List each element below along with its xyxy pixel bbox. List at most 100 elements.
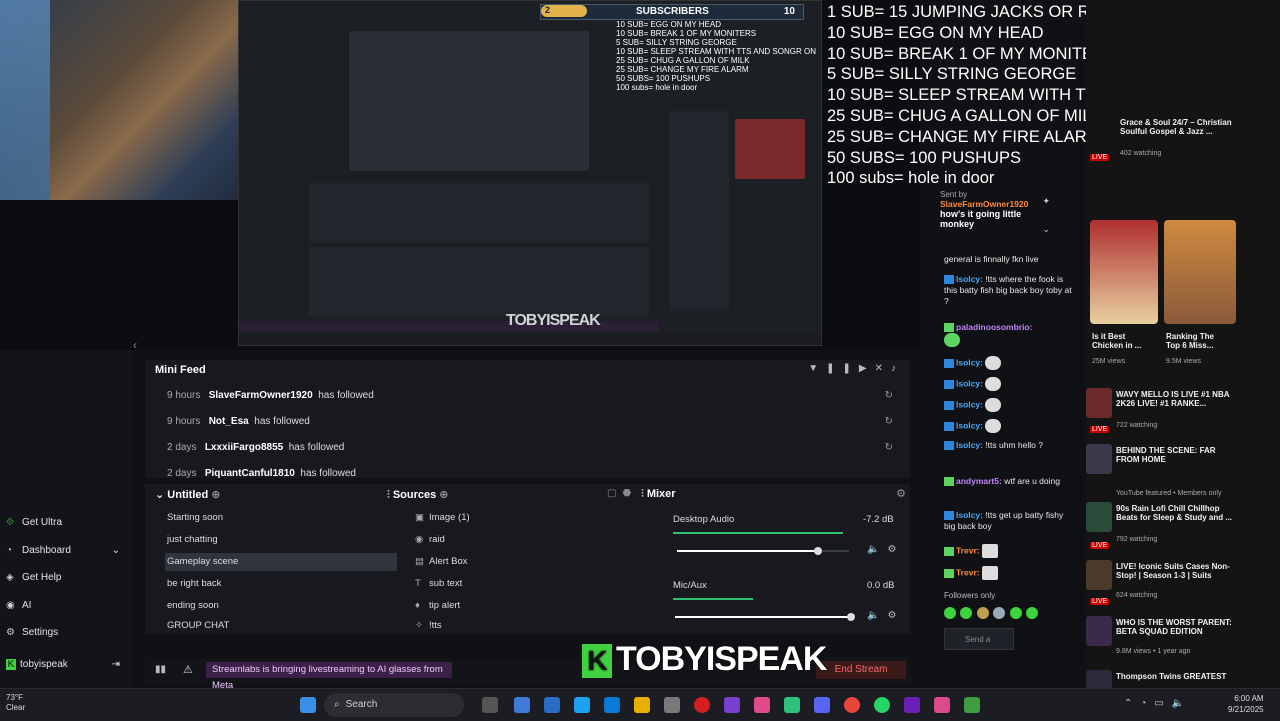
yt-thumb[interactable] bbox=[1086, 502, 1112, 532]
yt-title[interactable]: WAVY MELLO IS LIVE #1 NBA 2K26 LIVE! #1 … bbox=[1116, 390, 1236, 408]
taskbar-clock[interactable]: 6:00 AM 9/21/2025 bbox=[1228, 693, 1264, 715]
scene-item[interactable]: GROUP CHAT bbox=[165, 619, 397, 633]
sidebar-item-settings[interactable]: ⚙ Settings bbox=[6, 627, 130, 647]
news-banner[interactable]: Streamlabs is bringing livestreaming to … bbox=[206, 662, 452, 691]
chat-message: lsolcy: bbox=[944, 356, 1072, 370]
task-view-icon[interactable] bbox=[482, 697, 498, 713]
yt-title[interactable]: BEHIND THE SCENE: FAR FROM HOME bbox=[1116, 446, 1236, 464]
thumb-chicken[interactable] bbox=[1090, 220, 1158, 324]
yt-title[interactable]: Thompson Twins GREATEST bbox=[1116, 672, 1236, 681]
yt-thumb[interactable] bbox=[1086, 616, 1112, 646]
pin-icon[interactable]: ✦ bbox=[1042, 196, 1050, 207]
app-icon[interactable] bbox=[664, 697, 680, 713]
scene-item-selected[interactable]: Gameplay scene bbox=[165, 553, 397, 571]
scene-item[interactable]: Starting soon bbox=[165, 509, 397, 527]
mixer-channel-name: Mic/Aux bbox=[673, 580, 707, 591]
logout-icon[interactable]: ⇥ bbox=[112, 659, 120, 670]
sidebar-item-dashboard[interactable]: ◔ Dashboard ⌄ bbox=[6, 545, 130, 565]
thumb-ranking[interactable] bbox=[1164, 220, 1236, 324]
badge-icon bbox=[944, 379, 954, 389]
yt-thumb[interactable] bbox=[1086, 444, 1112, 474]
source-item[interactable]: ◉ raid bbox=[415, 531, 615, 549]
scene-item[interactable]: just chatting bbox=[165, 531, 397, 549]
app-icon[interactable] bbox=[904, 697, 920, 713]
sidebar-item-get-help[interactable]: ◈ Get Help bbox=[6, 572, 130, 592]
pinned-message: Sent by SlaveFarmOwner1920 how's it goin… bbox=[940, 190, 1072, 242]
chrome-icon[interactable] bbox=[844, 697, 860, 713]
opera-icon[interactable] bbox=[694, 697, 710, 713]
feed-controls[interactable]: ▼❚❚▶✕♪ bbox=[808, 363, 904, 374]
warning-icon[interactable]: ⚠ bbox=[183, 663, 193, 676]
yt-thumb[interactable] bbox=[1086, 388, 1112, 418]
subscriber-goal-bar: 2 SUBSCRIBERS 10 bbox=[540, 4, 804, 20]
app-icon[interactable] bbox=[754, 697, 770, 713]
stats-icon[interactable]: ▮▮ bbox=[155, 664, 166, 675]
mixer-channel-controls[interactable]: 🔈⚙ bbox=[867, 610, 904, 621]
emote-icon bbox=[944, 333, 960, 347]
sidebar-item-ai[interactable]: ◉ AI bbox=[6, 600, 130, 620]
end-stream-button[interactable]: End Stream bbox=[816, 661, 906, 679]
goal-mini: 25 SUB= CHANGE MY FIRE ALARM bbox=[616, 65, 749, 74]
folder-icon[interactable] bbox=[634, 697, 650, 713]
watermark-mini: TOBYISPEAK bbox=[506, 312, 601, 329]
yt-short-title[interactable]: Ranking The Top 6 Miss... bbox=[1166, 332, 1230, 350]
editor-panels: ⌄ Untitled ⊕ Starting soon just chatting… bbox=[145, 484, 910, 634]
yt-thumb[interactable] bbox=[1086, 670, 1112, 688]
gear-icon[interactable]: ⚙ bbox=[896, 487, 906, 500]
yt-title[interactable]: WHO IS THE WORST PARENT: BETA SQUAD EDIT… bbox=[1116, 618, 1236, 636]
source-item[interactable]: ▣ Image (1) bbox=[415, 509, 615, 527]
yt-thumb[interactable] bbox=[1086, 560, 1112, 590]
app-icon[interactable] bbox=[964, 697, 980, 713]
add-scene-icon[interactable]: ⊕ bbox=[211, 489, 220, 501]
sidebar-item-get-ultra[interactable]: ⟐ Get Ultra bbox=[6, 517, 130, 537]
scene-item[interactable]: ending soon bbox=[165, 597, 397, 615]
ultra-icon: ⟐ bbox=[6, 517, 14, 528]
source-item[interactable]: Tsub text bbox=[415, 575, 615, 593]
alert-icon: ▤ bbox=[415, 556, 424, 567]
app-icon[interactable] bbox=[724, 697, 740, 713]
yt-title[interactable]: LIVE! Iconic Suits Cases Non-Stop! | Sea… bbox=[1116, 562, 1236, 580]
emote-bar[interactable] bbox=[944, 604, 1064, 619]
user-account[interactable]: Ktobyispeak ⇥ bbox=[6, 659, 130, 679]
app-icon[interactable] bbox=[934, 697, 950, 713]
chat-input[interactable]: Send a message bbox=[944, 628, 1014, 658]
replay-icon[interactable]: ↻ bbox=[885, 390, 893, 401]
source-tools[interactable]: ▢⬣ bbox=[607, 488, 637, 499]
replay-icon[interactable]: ↻ bbox=[885, 442, 893, 453]
app-icon[interactable] bbox=[514, 697, 530, 713]
text-icon: T bbox=[415, 578, 421, 589]
yt-item[interactable]: LIVE Grace & Soul 24/7 – Christian Soulf… bbox=[1086, 108, 1280, 168]
add-source-icon[interactable]: ⊕ bbox=[439, 489, 448, 501]
volume-slider[interactable] bbox=[677, 547, 849, 555]
yt-short-title[interactable]: Is it Best Chicken in ... bbox=[1092, 332, 1152, 350]
app-icon[interactable] bbox=[544, 697, 560, 713]
app-icon[interactable] bbox=[604, 697, 620, 713]
chevron-down-icon[interactable]: ⌄ bbox=[1042, 224, 1050, 235]
streamlabs-icon[interactable] bbox=[784, 697, 800, 713]
volume-slider[interactable] bbox=[675, 613, 855, 621]
source-item[interactable]: ✧ !tts bbox=[415, 619, 615, 633]
replay-icon[interactable]: ↻ bbox=[885, 416, 893, 427]
whatsapp-icon[interactable] bbox=[874, 697, 890, 713]
chat-message: andymart5: wtf are u doing bbox=[944, 476, 1072, 487]
weather-widget[interactable]: 73°F Clear bbox=[6, 693, 25, 713]
feed-row: 2 days PiquantCanful1810 has followed bbox=[167, 468, 356, 478]
source-item[interactable]: ▤ Alert Box bbox=[415, 553, 615, 571]
yt-short-meta: 9.5M views bbox=[1166, 358, 1202, 365]
system-tray[interactable]: ⌃◔▭🔈 bbox=[1124, 698, 1192, 709]
mixer-channel-controls[interactable]: 🔈⚙ bbox=[867, 544, 904, 555]
chevron-down-icon: ⌄ bbox=[111, 545, 120, 556]
discord-icon[interactable] bbox=[814, 697, 830, 713]
emote-icon bbox=[982, 566, 998, 580]
edge-icon[interactable] bbox=[574, 697, 590, 713]
source-item[interactable]: ♦ tip alert bbox=[415, 597, 615, 615]
ai-icon: ◉ bbox=[6, 600, 15, 611]
yt-title[interactable]: 90s Rain Lofi Chill Chillhop Beats for S… bbox=[1116, 504, 1236, 522]
scene-item[interactable]: be right back bbox=[165, 575, 397, 593]
chat-message: lsolcy: !tts uhm hello ? bbox=[944, 440, 1072, 451]
taskbar-search[interactable]: ⌕ Search bbox=[324, 693, 464, 717]
live-badge: LIVE bbox=[1090, 598, 1110, 605]
collapse-left-icon[interactable]: ‹ bbox=[133, 338, 137, 350]
windows-start-icon[interactable] bbox=[300, 697, 316, 713]
pinned-text: how's it going little monkey bbox=[940, 209, 1022, 229]
